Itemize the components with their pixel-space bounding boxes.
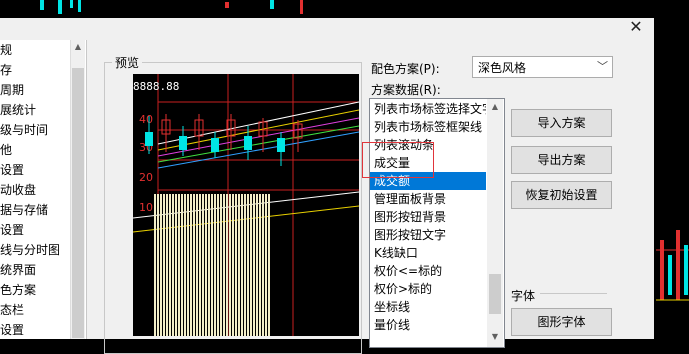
reset-defaults-button[interactable]: 恢复初始设置 — [511, 181, 612, 209]
preview-price-label: 8888.88 — [133, 80, 179, 93]
preview-volume-bars — [153, 194, 271, 336]
sidebar-item[interactable]: 色方案 — [0, 280, 70, 300]
sidebar-item[interactable]: 存 — [0, 60, 70, 80]
nav-scrollbar-thumb[interactable] — [72, 68, 84, 338]
sidebar-item[interactable]: 设置 — [0, 320, 70, 340]
scroll-up-icon[interactable]: ▲ — [73, 42, 83, 52]
list-scrollbar[interactable]: ▲ ▼ — [487, 99, 503, 347]
export-scheme-button[interactable]: 导出方案 — [511, 146, 612, 174]
scroll-up-icon[interactable]: ▲ — [490, 102, 500, 112]
preview-title: 预览 — [112, 54, 143, 71]
font-section-divider — [540, 293, 607, 294]
close-icon: ✕ — [629, 17, 643, 36]
sidebar-item[interactable]: 他 — [0, 140, 70, 160]
chevron-down-icon: ﹀ — [597, 60, 608, 73]
preview-axis-label: 40 — [139, 113, 153, 126]
scheme-data-item[interactable]: 坐标线 — [370, 298, 486, 316]
scheme-selected-value: 深色风格 — [478, 61, 527, 75]
sidebar-item[interactable]: 线与分时图 — [0, 240, 70, 260]
sidebar-item[interactable]: 态栏 — [0, 300, 70, 320]
sidebar-item[interactable]: 设置 — [0, 160, 70, 180]
sidebar-item[interactable]: 级与时间 — [0, 120, 70, 140]
scheme-label: 配色方案(P): — [371, 62, 440, 76]
scheme-data-item[interactable]: 权价<=标的 — [370, 262, 486, 280]
scheme-data-item[interactable]: 图形按钮背景 — [370, 208, 486, 226]
sidebar-item[interactable]: 设置 — [0, 220, 70, 240]
close-button[interactable]: ✕ — [622, 16, 650, 38]
sidebar-item[interactable]: 周期 — [0, 80, 70, 100]
preview-chart: 8888.88 40 30 20 10 — [133, 74, 359, 336]
sidebar-item[interactable]: 统界面 — [0, 260, 70, 280]
scroll-down-icon[interactable]: ▼ — [490, 332, 500, 342]
scheme-data-item[interactable]: 图形按钮文字 — [370, 226, 486, 244]
scheme-select[interactable]: 深色风格 ﹀ — [472, 56, 613, 78]
graphic-font-button[interactable]: 图形字体 — [511, 308, 612, 336]
preview-axis-label: 20 — [139, 171, 153, 184]
preview-axis-label: 10 — [139, 201, 153, 214]
data-section-label: 方案数据(R): — [371, 83, 441, 97]
scheme-data-item[interactable]: 量价线 — [370, 316, 486, 334]
settings-dialog: ✕ 规存周期 展统计 级与时间他设置 动收盘 据与存储 设置 线与分时图 统界面 色方案 态栏 设置… — [0, 16, 654, 354]
nav-scrollbar[interactable]: ▲ — [70, 40, 85, 339]
sidebar-item[interactable]: 动收盘 — [0, 180, 70, 200]
scheme-data-item[interactable]: 权价>标的 — [370, 280, 486, 298]
scheme-data-list[interactable]: 列表市场标签选择文字 列表市场标签框架线 列表滚动条 成交量 成交额 管理面板背景 图形按钮… — [369, 98, 505, 348]
scheme-data-item[interactable]: K线缺口 — [370, 244, 486, 262]
scheme-data-item[interactable]: 管理面板背景 — [370, 190, 486, 208]
sidebar-item[interactable]: 展统计 — [0, 100, 70, 120]
sidebar-item[interactable]: 规 — [0, 40, 70, 60]
import-scheme-button[interactable]: 导入方案 — [511, 109, 612, 137]
list-scrollbar-thumb[interactable] — [489, 274, 501, 314]
sidebar-item[interactable]: 据与存储 — [0, 200, 70, 220]
highlight-box — [362, 142, 434, 178]
scheme-data-item[interactable]: 列表市场标签框架线 — [370, 118, 486, 136]
font-section-label: 字体 — [511, 289, 536, 303]
scheme-data-item[interactable]: 列表市场标签选择文字 — [370, 100, 486, 118]
